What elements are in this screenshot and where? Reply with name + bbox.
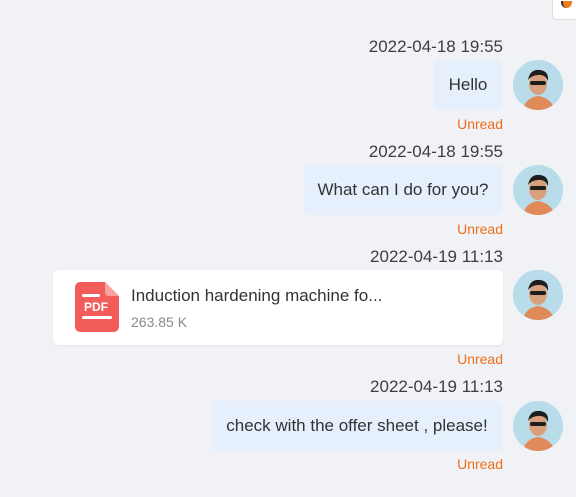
avatar[interactable] (513, 270, 563, 320)
pdf-icon: PDF (75, 282, 119, 332)
pdf-icon-label: PDF (84, 300, 108, 314)
avatar[interactable] (513, 60, 563, 110)
file-size: 263.85 K (131, 314, 188, 330)
message-timestamp: 2022-04-19 11:13 (370, 247, 503, 266)
file-name: Induction hardening machine fo... (131, 286, 383, 305)
message-bubble[interactable]: What can I do for you? (304, 165, 502, 215)
read-status: Unread (457, 116, 503, 132)
read-status: Unread (457, 456, 503, 472)
message-bubble[interactable]: Hello (434, 60, 502, 110)
avatar[interactable] (513, 165, 563, 215)
avatar[interactable] (513, 401, 563, 451)
read-status: Unread (457, 351, 503, 367)
message-bubble[interactable]: check with the offer sheet , please! (212, 401, 502, 451)
partial-widget-icon[interactable] (552, 0, 576, 20)
read-status: Unread (457, 221, 503, 237)
message-timestamp: 2022-04-19 11:13 (370, 377, 503, 396)
chat-message-list: 2022-04-18 19:55 Hello Unread 2022-04-18… (0, 0, 576, 497)
message-timestamp: 2022-04-18 19:55 (368, 142, 503, 161)
file-attachment-card[interactable]: PDF Induction hardening machine fo... 26… (53, 270, 503, 345)
message-timestamp: 2022-04-18 19:55 (368, 37, 503, 56)
